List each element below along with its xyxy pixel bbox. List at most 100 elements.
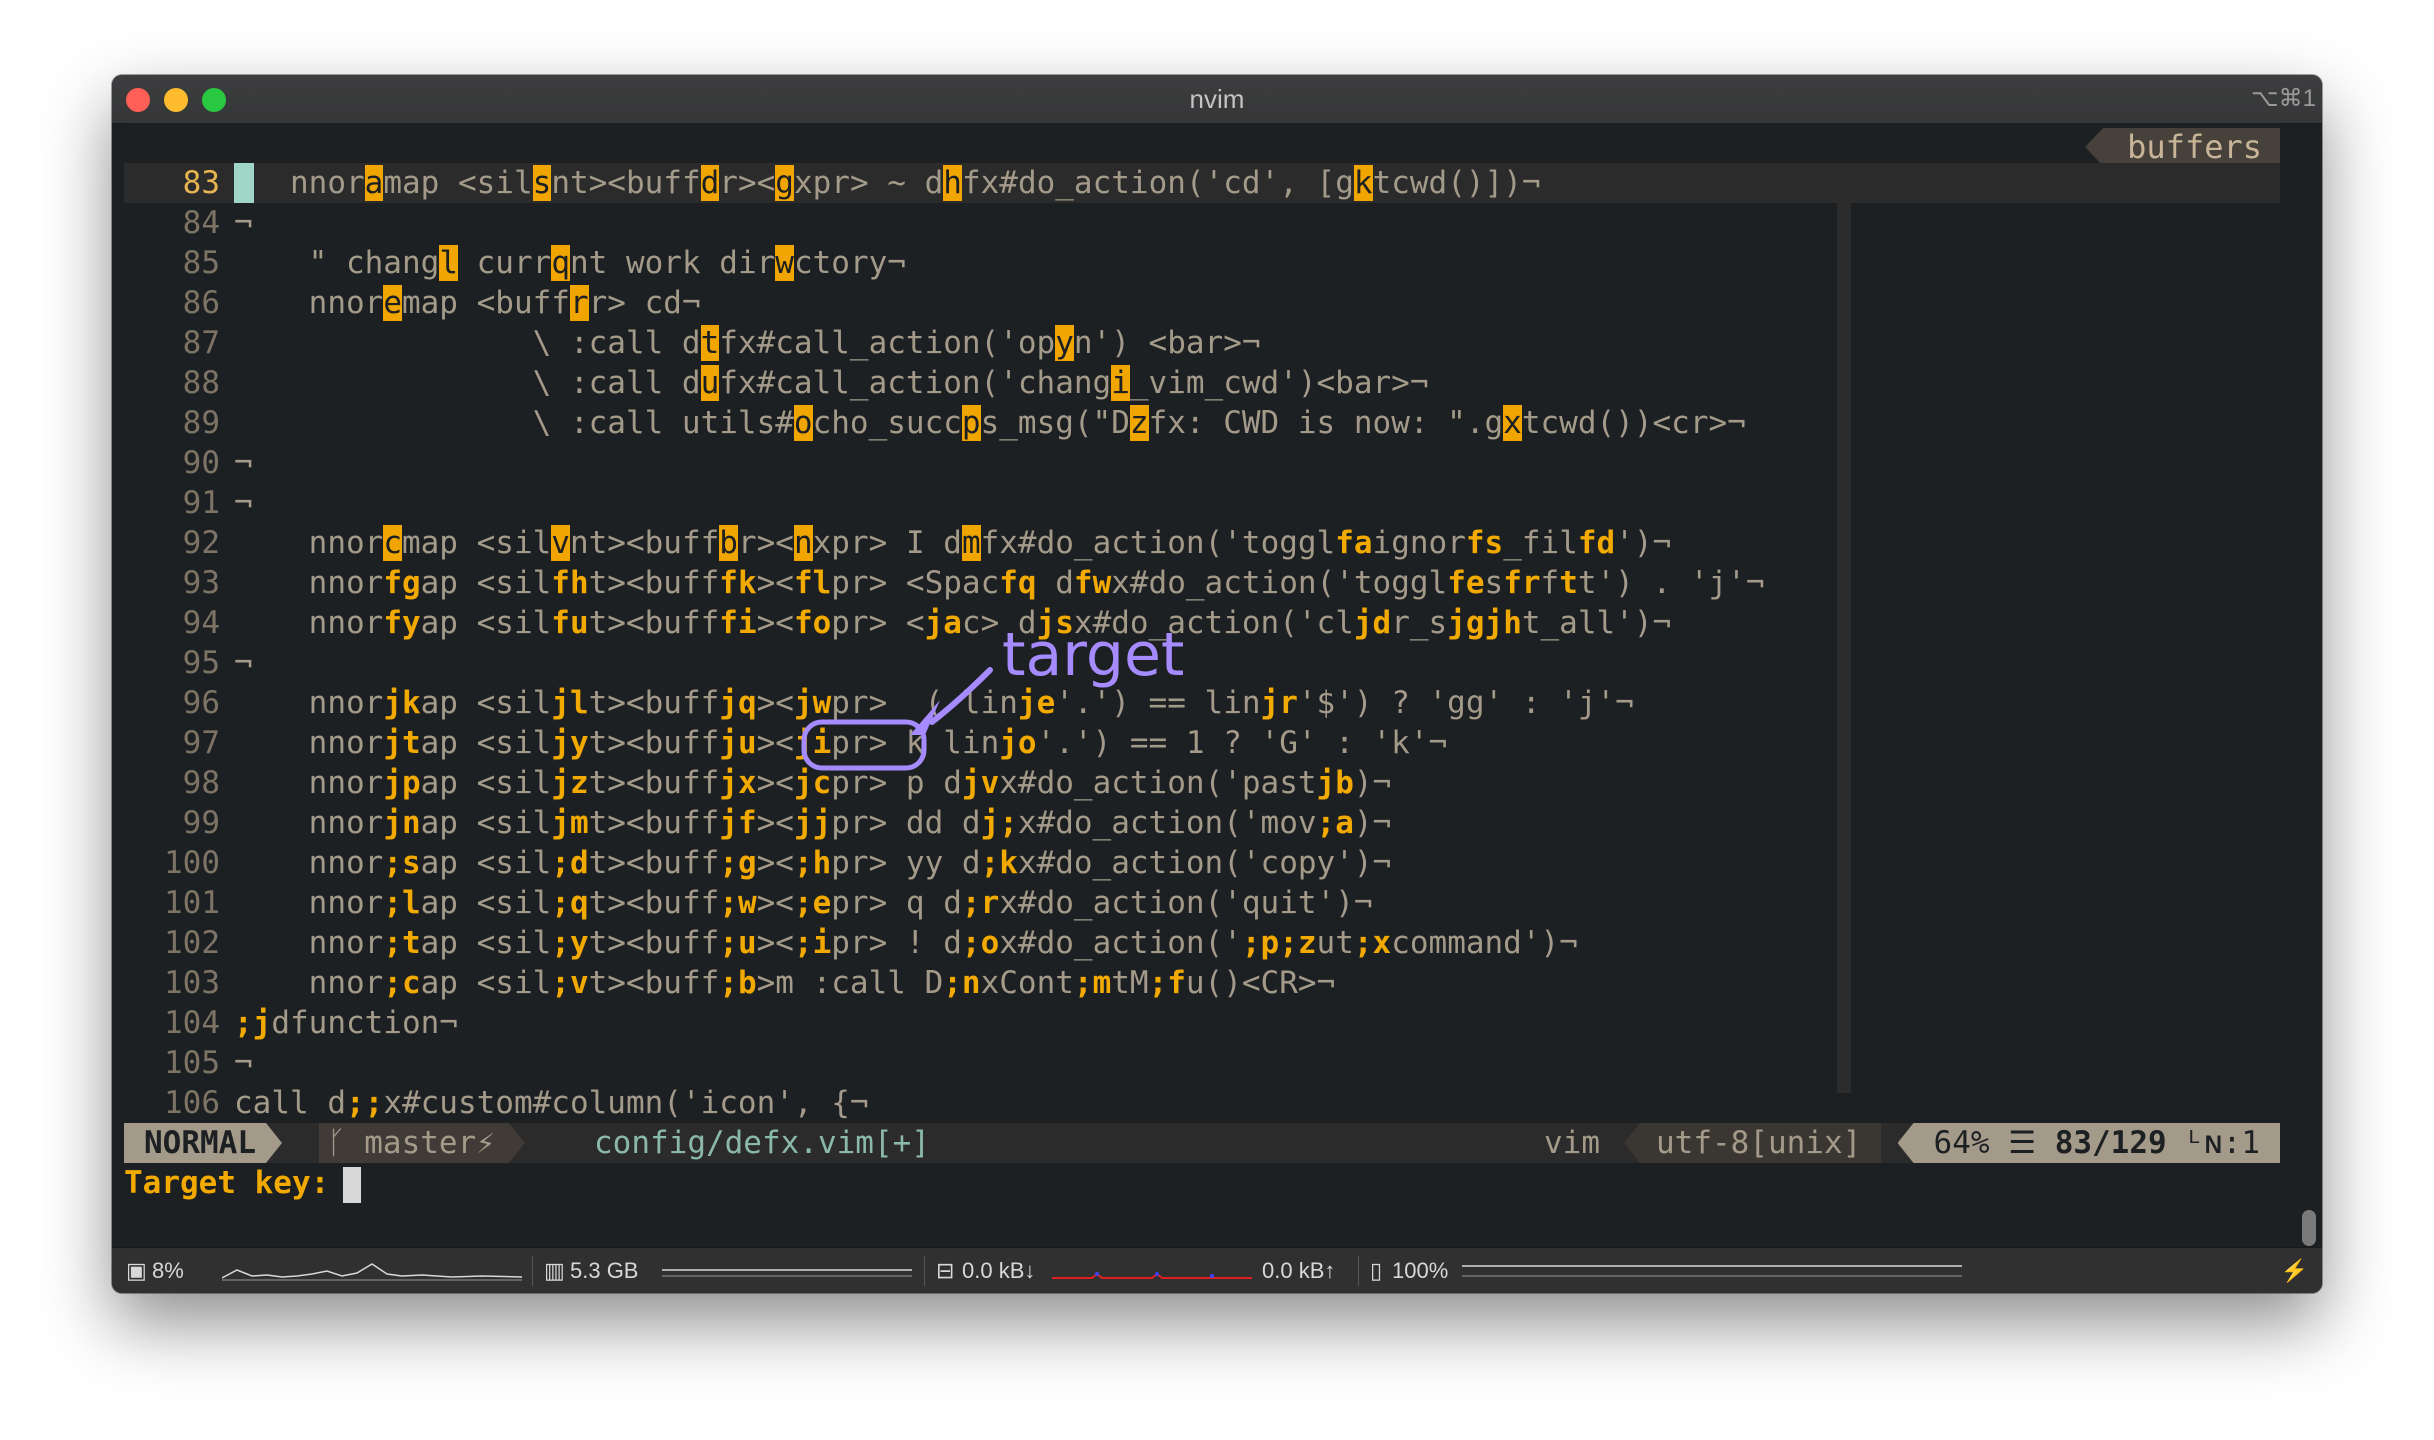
editor-line[interactable]: 102 nnor;tap <sil;yt><buff;u><;ipr> ! d;… — [124, 923, 2280, 963]
code-segment: t><buff — [588, 885, 720, 921]
code-text: nnorfgap <silfht><bufffk><flpr> <Spacfq … — [234, 563, 1765, 603]
editor-line[interactable]: 98 nnorjpap <siljzt><buffjx><jcpr> p djv… — [124, 763, 2280, 803]
code-segment: >< — [756, 605, 794, 641]
jump-hint-label: ;k — [980, 845, 1018, 881]
code-segment: nnor — [234, 165, 365, 201]
text-cursor — [343, 1166, 362, 1203]
editor-line[interactable]: 103 nnor;cap <sil;vt><buff;b>m :call D;n… — [124, 963, 2280, 1003]
editor-line[interactable]: 95 ¬ — [124, 643, 2280, 683]
jump-hint-label: ;y — [551, 925, 589, 961]
editor-area[interactable]: 83 nnoramap <silsnt><buffdr><gxpr> ~ dhf… — [124, 163, 2280, 1123]
editor-line[interactable]: 86 nnoremap <buffrr> cd¬ — [124, 283, 2280, 323]
editor-line[interactable]: 87 \ :call dtfx#call_action('opyn') <bar… — [124, 323, 2280, 363]
code-segment: pr> k lin — [831, 725, 1000, 761]
code-segment: nnor — [234, 965, 384, 1001]
jump-hint-label: jk — [383, 685, 421, 721]
editor-line[interactable]: 92 nnorcmap <silvnt><buffbr><nxpr> I dmf… — [124, 523, 2280, 563]
editor-line[interactable]: 88 \ :call dufx#call_action('changi_vim_… — [124, 363, 2280, 403]
code-segment: >< — [756, 565, 794, 601]
line-number: 101 — [164, 885, 220, 921]
separator — [532, 1256, 533, 1286]
network-upload: 0.0 kB↑ — [1262, 1258, 1336, 1283]
jump-hint-label: fg — [383, 565, 421, 601]
editor-line[interactable]: 101 nnor;lap <sil;qt><buff;w><;epr> q d;… — [124, 883, 2280, 923]
jump-hint-label: jm — [551, 805, 589, 841]
jump-hint-highlight: i — [1111, 365, 1130, 401]
code-segment: u()<CR>¬ — [1185, 965, 1336, 1001]
code-segment: x#do_action('mov — [1017, 805, 1317, 841]
target-annotation-label: target — [1002, 620, 1185, 690]
editor-line[interactable]: 90 ¬ — [124, 443, 2280, 483]
color-column — [1837, 193, 1851, 1093]
code-segment: curr — [457, 245, 552, 281]
code-segment: \ :call d — [234, 325, 701, 361]
jump-hint-label: ;v — [551, 965, 589, 1001]
jump-hint-label: jw — [793, 685, 832, 721]
line-number: 90 — [182, 445, 220, 481]
editor-line[interactable]: 97 nnorjtap <siljyt><buffju><jipr> k lin… — [124, 723, 2280, 763]
jump-hint-label: ;x — [1353, 925, 1392, 961]
column-position: :1 — [2222, 1125, 2260, 1161]
editor-line[interactable]: 100 nnor;sap <sil;dt><buff;g><;hpr> yy d… — [124, 843, 2280, 883]
buffers-tab[interactable]: buffers — [2085, 128, 2280, 166]
editor-line[interactable]: 105 ¬ — [124, 1043, 2280, 1083]
line-number: 96 — [182, 685, 220, 721]
network-download: 0.0 kB↓ — [962, 1258, 1036, 1283]
editor-line[interactable]: 85 " changl currqnt work dirwctory¬ — [124, 243, 2280, 283]
jump-hint-label: fr — [1503, 565, 1541, 601]
editor-line[interactable]: 99 nnorjnap <siljmt><buffjf><jjpr> dd dj… — [124, 803, 2280, 843]
jump-hint-highlight: w — [775, 245, 794, 281]
code-segment: x#do_action('quit')¬ — [999, 885, 1373, 921]
jump-hint-label: ;r — [961, 885, 1000, 921]
code-segment: '.') == lin — [1055, 685, 1261, 721]
code-segment: nnor — [234, 685, 384, 721]
jump-hint-highlight: q — [551, 245, 570, 281]
code-segment: nnor — [234, 725, 384, 761]
code-segment: pr> q d — [831, 885, 962, 921]
memory-icon: ▥ — [544, 1258, 565, 1283]
line-position: 83/129 — [2054, 1125, 2167, 1161]
editor-line[interactable]: 83 nnoramap <silsnt><buffdr><gxpr> ~ dhf… — [124, 163, 2280, 203]
status-line: NORMAL ᚴ master⚡ config/defx.vim[+] vim … — [124, 1123, 2280, 1163]
editor-line[interactable]: 91 ¬ — [124, 483, 2280, 523]
code-text: ¬ — [234, 1043, 253, 1083]
jump-hint-label: jp — [383, 765, 421, 801]
code-segment: ¬ — [234, 645, 253, 681]
code-segment: x#custom#column('icon', {¬ — [383, 1085, 869, 1121]
jump-hint-highlight: l — [439, 245, 458, 281]
editor-line[interactable]: 96 nnorjkap <siljlt><buffjq><jwpr> ( lin… — [124, 683, 2280, 723]
network-icon: ⊟ — [936, 1258, 955, 1283]
editor-line[interactable]: 104 ;jdfunction¬ — [124, 1003, 2280, 1043]
cursor-position: 64% ☰ 83/129 ᴸɴ:1 — [1897, 1123, 2280, 1163]
code-segment: ap <sil — [420, 565, 552, 601]
line-number: 98 — [182, 765, 220, 801]
editor-line[interactable]: 93 nnorfgap <silfht><bufffk><flpr> <Spac… — [124, 563, 2280, 603]
code-segment: ')¬ — [1615, 525, 1672, 561]
editor-line[interactable]: 89 \ :call utils#ocho_succps_msg("Dzfx: … — [124, 403, 2280, 443]
jump-hint-label: jn — [383, 805, 421, 841]
editor-line[interactable]: 106 call d;;x#custom#column('icon', {¬ — [124, 1083, 2280, 1123]
jump-hint-label: ;i — [793, 925, 832, 961]
code-segment: >< — [756, 685, 794, 721]
scrollbar-thumb[interactable] — [2302, 1210, 2316, 1246]
code-segment: '$') ? 'gg' : 'j'¬ — [1297, 685, 1634, 721]
jump-hint-label: jr — [1260, 685, 1298, 721]
editor-line[interactable]: 84 ¬ — [124, 203, 2280, 243]
code-segment: ¬ — [234, 445, 253, 481]
jump-hint-label: ;d — [551, 845, 589, 881]
editor-line[interactable]: 94 nnorfyap <silfut><bufffi><fopr> <jac>… — [124, 603, 2280, 643]
code-text: ¬ — [234, 443, 253, 483]
code-text: \ :call dufx#call_action('changi_vim_cwd… — [234, 363, 1429, 403]
battery-icon: ▯ — [1370, 1258, 1383, 1283]
jump-hint-label: t — [1559, 565, 1578, 601]
jump-hint-label: ;z — [1279, 925, 1317, 961]
code-segment: pr> ! d — [831, 925, 962, 961]
jump-hint-label: ;c — [383, 965, 421, 1001]
code-text: nnorcmap <silvnt><buffbr><nxpr> I dmfx#d… — [234, 523, 1671, 563]
line-number: 95 — [182, 645, 220, 681]
jump-hint-highlight: z — [1129, 405, 1149, 441]
code-segment: t><buff — [588, 565, 720, 601]
window-title: nvim — [1189, 84, 1245, 114]
jump-hint-highlight: b — [719, 525, 738, 561]
command-line[interactable]: Target key: — [124, 1163, 2280, 1203]
